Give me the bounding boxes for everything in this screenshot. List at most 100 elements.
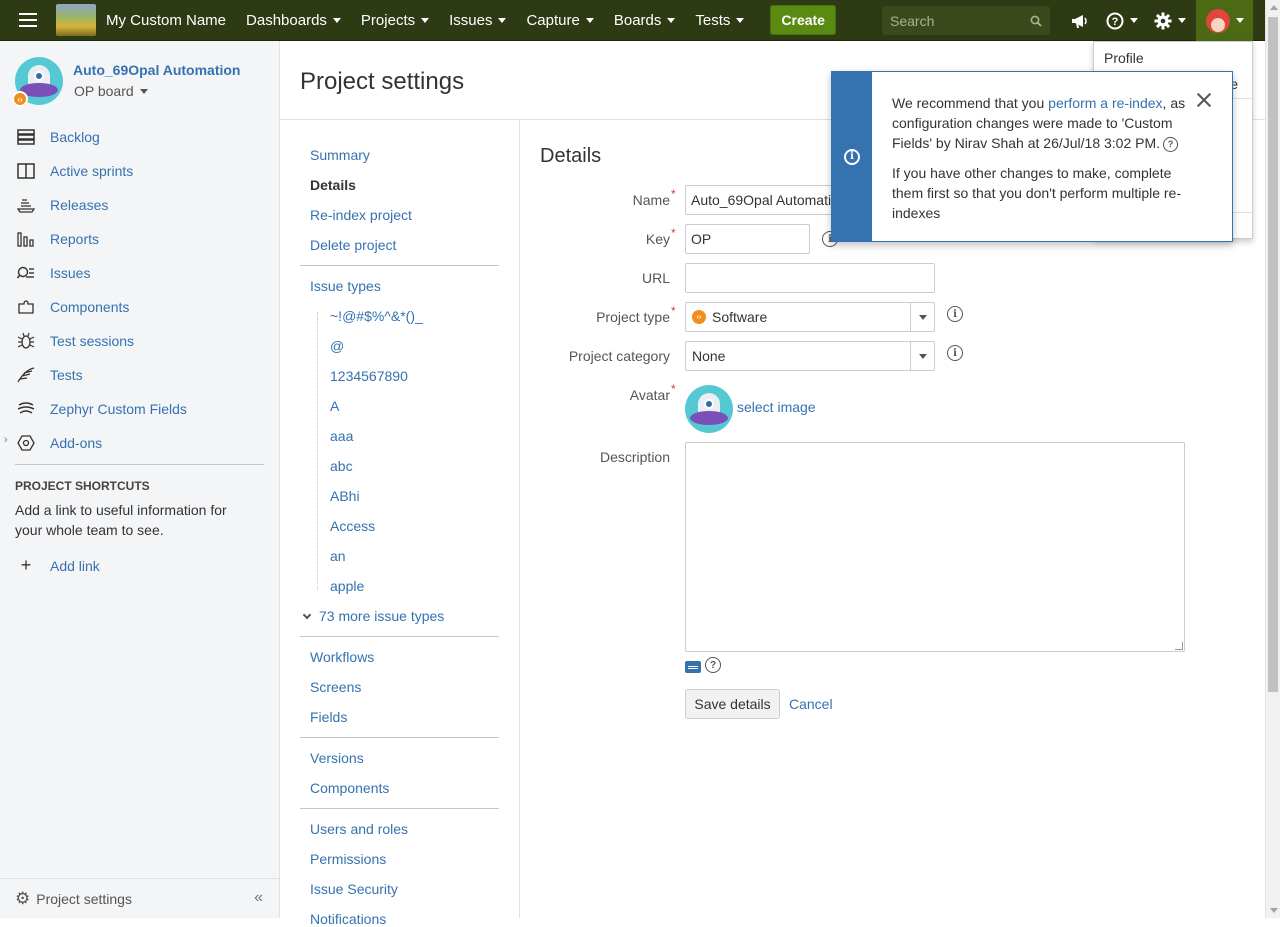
profile-menu-item[interactable]: Profile [1104,50,1144,66]
board-icon [15,161,37,181]
site-logo[interactable] [56,4,96,36]
cancel-link[interactable]: Cancel [789,696,833,712]
announcement-megaphone-icon[interactable] [1066,0,1094,41]
nav-projects[interactable]: Projects [351,0,439,41]
sidebar-item-tests[interactable]: Tests [15,363,83,387]
settings-nav-notifications[interactable]: Notifications [310,911,386,927]
sidebar-item-label: Test sessions [50,333,135,349]
sidebar-item-label: Active sprints [50,163,134,179]
sidebar-item-active-sprints[interactable]: Active sprints [15,159,133,183]
page-scrollbar[interactable] [1265,0,1280,918]
settings-nav-divider [300,808,499,809]
settings-nav-issue-security[interactable]: Issue Security [310,881,398,897]
site-title[interactable]: My Custom Name [106,12,226,29]
add-link-button[interactable]: + Add link [15,555,100,576]
chevron-right-icon[interactable]: › [4,434,8,446]
help-icon[interactable]: ? [705,657,721,673]
help-menu[interactable]: ? [1104,0,1140,41]
nav-tests[interactable]: Tests [685,0,754,41]
issue-type-item[interactable]: 1234567890 [330,368,408,384]
info-icon[interactable]: i [947,345,963,361]
settings-nav-fields[interactable]: Fields [310,709,347,725]
issue-type-item[interactable]: an [330,548,346,564]
close-icon[interactable] [1194,90,1214,110]
nav-issues[interactable]: Issues [439,0,516,41]
collapse-sidebar-icon[interactable]: « [254,889,263,907]
settings-nav-delete-project[interactable]: Delete project [310,237,396,253]
board-selector[interactable]: OP board [74,83,148,99]
issue-type-item[interactable]: A [330,398,339,414]
perform-reindex-link[interactable]: perform a re-index [1048,95,1162,111]
hexagon-icon [15,433,37,453]
search-input[interactable]: Search [882,6,1050,35]
nav-boards[interactable]: Boards [604,0,686,41]
issue-type-item[interactable]: apple [330,578,364,594]
issue-type-item[interactable]: @ [330,338,344,354]
info-icon[interactable]: i [947,306,963,322]
settings-nav-versions[interactable]: Versions [310,750,364,766]
nav-dashboards[interactable]: Dashboards [236,0,351,41]
dropdown-arrow-icon[interactable] [910,303,934,331]
key-label: Key [645,231,670,247]
description-textarea[interactable] [685,442,1185,652]
save-details-button[interactable]: Save details [685,689,780,719]
feather-icon [15,365,37,385]
issue-type-item[interactable]: abc [330,458,353,474]
settings-nav-workflows[interactable]: Workflows [310,649,374,665]
settings-nav-details[interactable]: Details [310,177,356,193]
app-switcher-menu-icon[interactable] [0,0,56,41]
admin-settings-menu[interactable] [1152,0,1188,41]
search-icon [1030,15,1042,27]
project-category-select[interactable]: None [685,341,935,371]
project-avatar-preview[interactable] [685,385,733,433]
issue-type-item[interactable]: Access [330,518,375,534]
flag-message-paragraph: We recommend that you perform a re-index… [892,93,1197,153]
issue-type-item[interactable]: ~!@#$%^&*()_ [330,308,423,324]
sidebar-divider [15,464,264,465]
settings-nav-reindex-project[interactable]: Re-index project [310,207,412,223]
nav-issues-label: Issues [449,11,493,29]
nav-capture[interactable]: Capture [516,0,603,41]
backlog-icon [15,127,37,147]
plus-icon: + [20,555,32,575]
wiki-markup-icon[interactable] [685,661,701,673]
scroll-down-arrow-icon[interactable] [1270,908,1278,913]
key-field[interactable]: OP [685,224,810,254]
project-type-select[interactable]: ‹› Software [685,302,935,332]
sidebar-item-test-sessions[interactable]: Test sessions [15,329,134,353]
dropdown-arrow-icon[interactable] [910,342,934,370]
sidebar-item-reports[interactable]: Reports [15,227,99,251]
sidebar-item-components[interactable]: Components [15,295,129,319]
more-issue-types-toggle[interactable]: 73 more issue types [302,608,444,624]
resize-handle-icon[interactable] [1175,642,1183,650]
scrollbar-thumb[interactable] [1268,17,1278,692]
help-icon[interactable]: ? [1163,136,1179,152]
settings-nav-users-and-roles[interactable]: Users and roles [310,821,408,837]
settings-nav-summary[interactable]: Summary [310,147,370,163]
issue-type-item[interactable]: ABhi [330,488,360,504]
sidebar-item-zephyr-custom-fields[interactable]: Zephyr Custom Fields [15,397,187,421]
project-settings-link[interactable]: Project settings [36,891,132,907]
settings-nav-issue-types[interactable]: Issue types [310,278,381,294]
page-title: Project settings [300,68,465,95]
url-field[interactable] [685,263,935,293]
sidebar-item-releases[interactable]: Releases [15,193,108,217]
search-placeholder: Search [890,12,935,29]
sidebar-item-issues[interactable]: Issues [15,261,90,285]
settings-nav-components[interactable]: Components [310,780,389,796]
select-image-link[interactable]: select image [737,399,816,415]
sidebar-item-label: Backlog [50,129,100,145]
chevron-down-icon [1178,18,1186,23]
project-name-link[interactable]: Auto_69Opal Automation [73,62,241,78]
user-profile-menu[interactable] [1196,0,1253,41]
sidebar-item-backlog[interactable]: Backlog [15,125,100,149]
create-button[interactable]: Create [770,5,836,35]
settings-nav-divider [300,737,499,738]
sidebar-item-add-ons[interactable]: Add-ons [15,431,102,455]
nav-projects-label: Projects [360,11,416,29]
issue-type-item[interactable]: aaa [330,428,353,444]
settings-nav-permissions[interactable]: Permissions [310,851,386,867]
details-heading: Details [540,145,602,167]
settings-nav-screens[interactable]: Screens [310,679,361,695]
scroll-up-arrow-icon[interactable] [1270,5,1278,10]
